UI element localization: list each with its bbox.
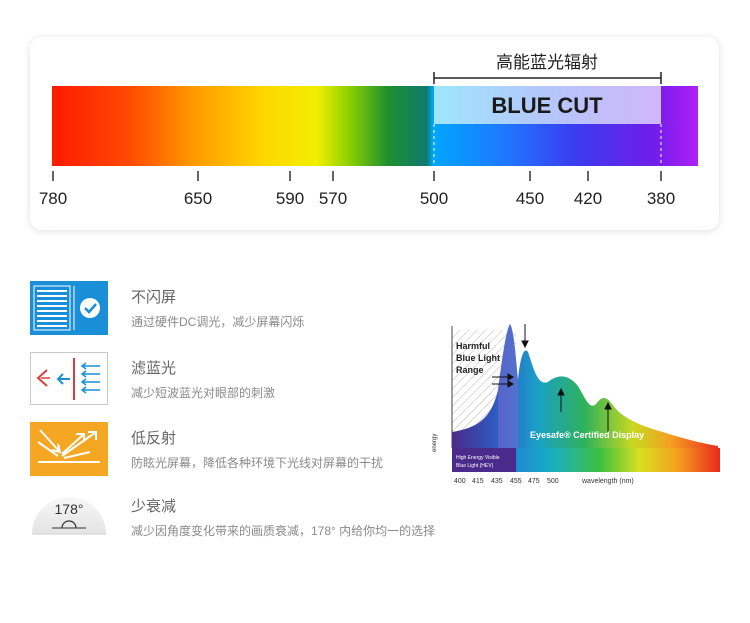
dc-dimming-icon <box>30 281 108 335</box>
certified-label: Eyesafe® Certified Display <box>530 430 645 440</box>
bracket-label: 高能蓝光辐射 <box>496 53 598 72</box>
feature-desc: 减少因角度变化带来的画质衰减，178° 内给你均一的选择 <box>131 524 436 538</box>
feature-less-attenuation: 178° 少衰减 减少因角度变化带来的画质衰减，178° 内给你均一的选择 <box>30 490 450 544</box>
x-axis-label: wavelength (nm) <box>582 478 634 485</box>
hev-label-line2: Blue Light (HEV) <box>456 463 494 469</box>
tick-650: 650 <box>184 189 212 208</box>
tick-570: 570 <box>319 189 347 208</box>
tick-380: 380 <box>647 189 675 208</box>
tick-450: 450 <box>516 189 544 208</box>
harmful-label-line2: Blue Light <box>456 353 500 363</box>
feature-title: 不闪屏 <box>131 289 177 306</box>
tick-500: 500 <box>420 189 448 208</box>
tick-590: 590 <box>276 189 304 208</box>
eyesafe-spectrum-chart: Harmful Blue Light Range Eyesafe® Certif… <box>432 320 726 495</box>
angle-label: 178° <box>55 501 84 517</box>
high-energy-bracket <box>433 72 662 84</box>
feature-title: 少衰减 <box>131 498 177 515</box>
x-tick-455: 455 <box>510 478 522 485</box>
x-tick-400: 400 <box>454 478 466 485</box>
spectrum-card: 高能蓝光辐射 BLUE CUT 780 650 590 570 500 450 <box>30 37 719 230</box>
hev-label-line1: High Energy Visible <box>456 455 500 461</box>
feature-low-reflection: 低反射 防眩光屏幕，降低各种环境下光线对屏幕的干扰 <box>30 422 450 476</box>
visible-spectrum-diagram: 高能蓝光辐射 BLUE CUT 780 650 590 570 500 450 <box>39 53 698 208</box>
feature-desc: 通过硬件DC调光，减少屏幕闪烁 <box>131 315 305 329</box>
blue-cut-label: BLUE CUT <box>491 93 603 118</box>
feature-title: 滤蓝光 <box>131 360 177 377</box>
x-tick-500: 500 <box>547 478 559 485</box>
x-tick-435: 435 <box>491 478 503 485</box>
viewing-angle-icon: 178° <box>30 490 108 544</box>
tick-420: 420 <box>574 189 602 208</box>
x-tick-475: 475 <box>528 478 540 485</box>
harmful-label-line3: Range <box>456 365 484 375</box>
feature-desc: 防眩光屏幕，降低各种环境下光线对屏幕的干扰 <box>131 456 384 470</box>
feature-no-flicker: 不闪屏 通过硬件DC调光，减少屏幕闪烁 <box>30 281 450 335</box>
x-tick-415: 415 <box>472 478 484 485</box>
feature-desc: 减少短波蓝光对眼部的刺激 <box>131 386 276 400</box>
y-axis-label: energy <box>432 433 438 452</box>
feature-title: 低反射 <box>131 430 177 447</box>
spectrum-axis-ticks <box>52 171 662 181</box>
tick-780: 780 <box>39 189 67 208</box>
feature-blue-light-filter: 滤蓝光 减少短波蓝光对眼部的刺激 <box>30 352 450 406</box>
low-reflection-icon <box>30 422 108 476</box>
harmful-label-line1: Harmful <box>456 341 491 351</box>
blue-light-filter-icon <box>30 352 108 406</box>
